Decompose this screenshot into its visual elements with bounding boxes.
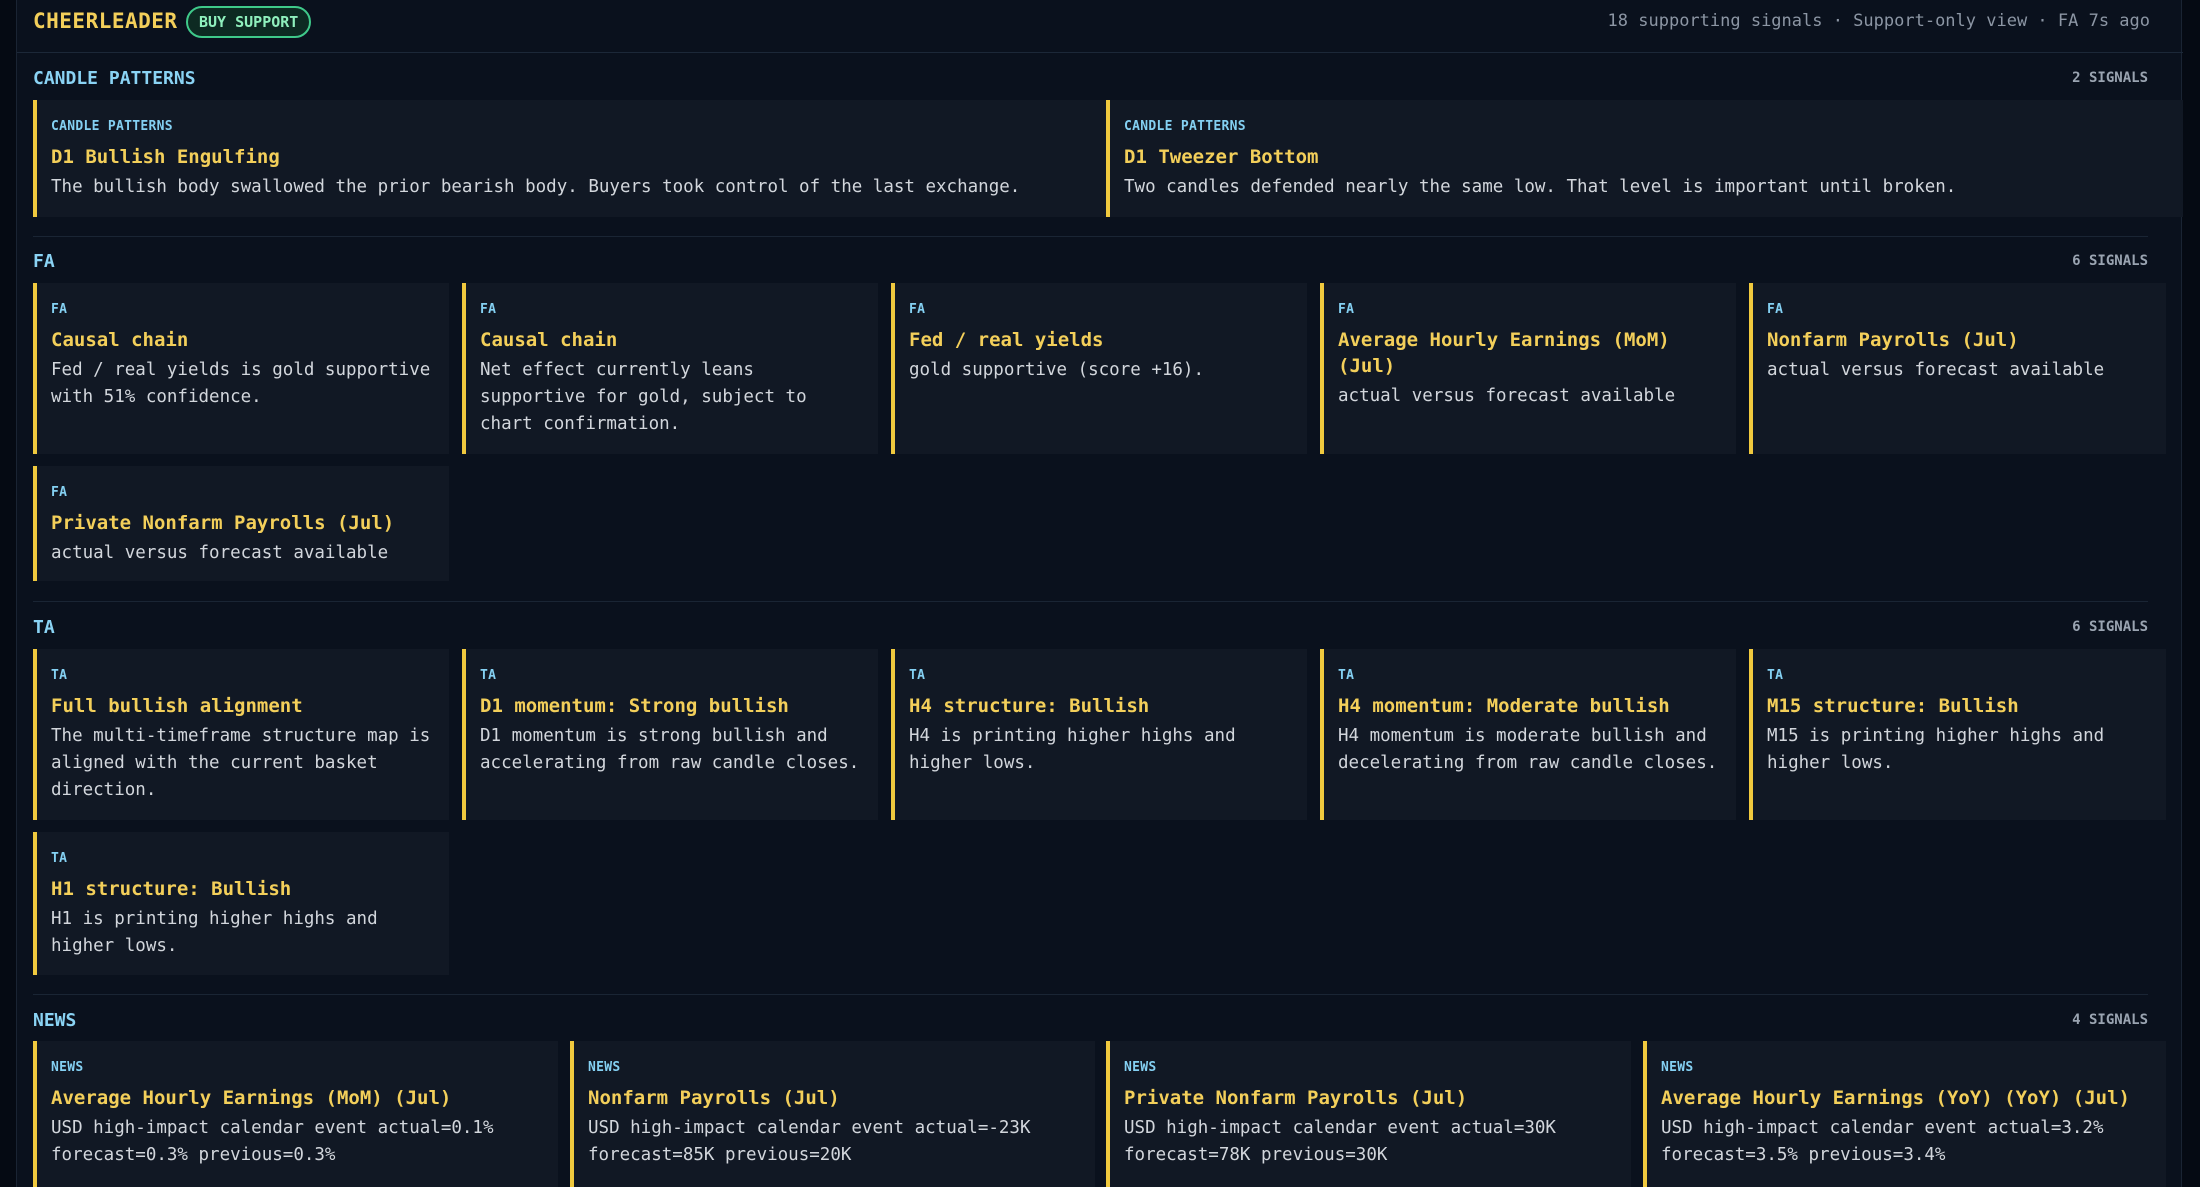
card-category: FA bbox=[51, 485, 68, 500]
card-description: M15 is printing higher highs and higher … bbox=[1767, 726, 2105, 773]
card-description: H4 is printing higher highs and higher l… bbox=[909, 726, 1236, 773]
card-title: M15 structure: Bullish bbox=[1767, 695, 2019, 717]
card-description: actual versus forecast available bbox=[1767, 360, 2105, 380]
section-title: NEWS bbox=[33, 1010, 77, 1031]
card-category: NEWS bbox=[588, 1060, 621, 1075]
signal-card[interactable]: TA H1 structure: Bullish H1 is printing … bbox=[33, 832, 449, 975]
signal-count: 2 SIGNALS bbox=[2072, 70, 2148, 86]
top-bar: CHEERLEADER BUY SUPPORT 18 supporting si… bbox=[17, 0, 2183, 53]
section-header-candle-patterns: CANDLE PATTERNS 2 SIGNALS bbox=[33, 68, 2148, 92]
signal-card[interactable]: TA D1 momentum: Strong bullish D1 moment… bbox=[462, 649, 878, 820]
card-description: Two candles defended nearly the same low… bbox=[1124, 177, 1957, 197]
card-description: gold supportive (score +16). bbox=[909, 360, 1205, 380]
signal-card[interactable]: NEWS Average Hourly Earnings (YoY) (YoY)… bbox=[1643, 1041, 2166, 1187]
signal-card[interactable]: TA M15 structure: Bullish M15 is printin… bbox=[1749, 649, 2166, 820]
section-header-news: NEWS 4 SIGNALS bbox=[33, 1010, 2148, 1034]
card-description: USD high-impact calendar event actual=30… bbox=[1124, 1118, 1556, 1165]
card-category: NEWS bbox=[1661, 1060, 1694, 1075]
card-title: Causal chain bbox=[480, 329, 618, 351]
card-title: H4 structure: Bullish bbox=[909, 695, 1150, 717]
card-title: Average Hourly Earnings (YoY) (YoY) (Jul… bbox=[1661, 1087, 2130, 1109]
section-divider bbox=[33, 601, 2148, 602]
card-description: D1 momentum is strong bullish and accele… bbox=[480, 726, 860, 773]
card-title: Average Hourly Earnings (MoM) (Jul) bbox=[51, 1087, 452, 1109]
card-title: D1 momentum: Strong bullish bbox=[480, 695, 789, 717]
card-title: Nonfarm Payrolls (Jul) bbox=[588, 1087, 840, 1109]
card-description: H1 is printing higher highs and higher l… bbox=[51, 909, 378, 956]
signal-card[interactable]: FA Average Hourly Earnings (MoM) (Jul) a… bbox=[1320, 283, 1736, 454]
card-description: USD high-impact calendar event actual=-2… bbox=[588, 1118, 1031, 1165]
card-category: TA bbox=[1338, 668, 1355, 683]
signal-card[interactable]: TA H4 structure: Bullish H4 is printing … bbox=[891, 649, 1307, 820]
signal-card[interactable]: FA Causal chain Fed / real yields is gol… bbox=[33, 283, 449, 454]
signal-card[interactable]: FA Private Nonfarm Payrolls (Jul) actual… bbox=[33, 466, 449, 581]
card-description: USD high-impact calendar event actual=0.… bbox=[51, 1118, 494, 1165]
card-category: CANDLE PATTERNS bbox=[1124, 119, 1246, 134]
card-title: Private Nonfarm Payrolls (Jul) bbox=[51, 512, 395, 534]
section-title: TA bbox=[33, 617, 55, 638]
card-category: TA bbox=[51, 668, 68, 683]
signal-count: 6 SIGNALS bbox=[2072, 619, 2148, 635]
section-title: FA bbox=[33, 251, 55, 272]
card-description: actual versus forecast available bbox=[1338, 386, 1676, 406]
card-category: TA bbox=[480, 668, 497, 683]
card-title: Nonfarm Payrolls (Jul) bbox=[1767, 329, 2019, 351]
app-title: CHEERLEADER bbox=[33, 9, 178, 33]
card-category: CANDLE PATTERNS bbox=[51, 119, 173, 134]
card-category: NEWS bbox=[1124, 1060, 1157, 1075]
card-description: actual versus forecast available bbox=[51, 543, 389, 563]
card-category: FA bbox=[480, 302, 497, 317]
card-description: The multi-timeframe structure map is ali… bbox=[51, 726, 431, 800]
signal-card[interactable]: CANDLE PATTERNS D1 Tweezer Bottom Two ca… bbox=[1106, 100, 2183, 217]
card-category: TA bbox=[909, 668, 926, 683]
signal-card[interactable]: NEWS Private Nonfarm Payrolls (Jul) USD … bbox=[1106, 1041, 1631, 1187]
card-category: FA bbox=[51, 302, 68, 317]
card-title: Average Hourly Earnings (MoM) (Jul) bbox=[1338, 329, 1670, 377]
signal-card[interactable]: FA Fed / real yields gold supportive (sc… bbox=[891, 283, 1307, 454]
card-description: Fed / real yields is gold supportive wit… bbox=[51, 360, 431, 407]
signal-card[interactable]: TA Full bullish alignment The multi-time… bbox=[33, 649, 449, 820]
signal-count: 6 SIGNALS bbox=[2072, 253, 2148, 269]
section-divider bbox=[33, 236, 2148, 237]
card-category: FA bbox=[909, 302, 926, 317]
card-category: TA bbox=[1767, 668, 1784, 683]
card-description: Net effect currently leans supportive fo… bbox=[480, 360, 807, 434]
card-description: USD high-impact calendar event actual=3.… bbox=[1661, 1118, 2104, 1165]
card-title: Full bullish alignment bbox=[51, 695, 303, 717]
card-description: The bullish body swallowed the prior bea… bbox=[51, 177, 1021, 197]
card-title: D1 Bullish Engulfing bbox=[51, 146, 280, 168]
card-category: FA bbox=[1338, 302, 1355, 317]
signal-card[interactable]: NEWS Nonfarm Payrolls (Jul) USD high-imp… bbox=[570, 1041, 1095, 1187]
app-frame: CHEERLEADER BUY SUPPORT 18 supporting si… bbox=[16, 0, 2183, 1187]
status-summary: 18 supporting signals · Support-only vie… bbox=[1607, 11, 2150, 31]
card-category: FA bbox=[1767, 302, 1784, 317]
card-title: Causal chain bbox=[51, 329, 189, 351]
card-title: D1 Tweezer Bottom bbox=[1124, 146, 1319, 168]
card-category: TA bbox=[51, 851, 68, 866]
card-title: Private Nonfarm Payrolls (Jul) bbox=[1124, 1087, 1468, 1109]
card-title: H4 momentum: Moderate bullish bbox=[1338, 695, 1670, 717]
section-header-fa: FA 6 SIGNALS bbox=[33, 251, 2148, 275]
card-title: Fed / real yields bbox=[909, 329, 1104, 351]
signal-count: 4 SIGNALS bbox=[2072, 1012, 2148, 1028]
card-description: H4 momentum is moderate bullish and dece… bbox=[1338, 726, 1718, 773]
signal-card[interactable]: CANDLE PATTERNS D1 Bullish Engulfing The… bbox=[33, 100, 1110, 217]
card-title: H1 structure: Bullish bbox=[51, 878, 292, 900]
signal-card[interactable]: FA Causal chain Net effect currently lea… bbox=[462, 283, 878, 454]
signal-card[interactable]: NEWS Average Hourly Earnings (MoM) (Jul)… bbox=[33, 1041, 558, 1187]
card-category: NEWS bbox=[51, 1060, 84, 1075]
signal-card[interactable]: TA H4 momentum: Moderate bullish H4 mome… bbox=[1320, 649, 1736, 820]
signal-card[interactable]: FA Nonfarm Payrolls (Jul) actual versus … bbox=[1749, 283, 2166, 454]
section-title: CANDLE PATTERNS bbox=[33, 68, 196, 89]
section-header-ta: TA 6 SIGNALS bbox=[33, 617, 2148, 641]
section-divider bbox=[33, 994, 2148, 995]
buy-support-badge[interactable]: BUY SUPPORT bbox=[186, 6, 312, 38]
